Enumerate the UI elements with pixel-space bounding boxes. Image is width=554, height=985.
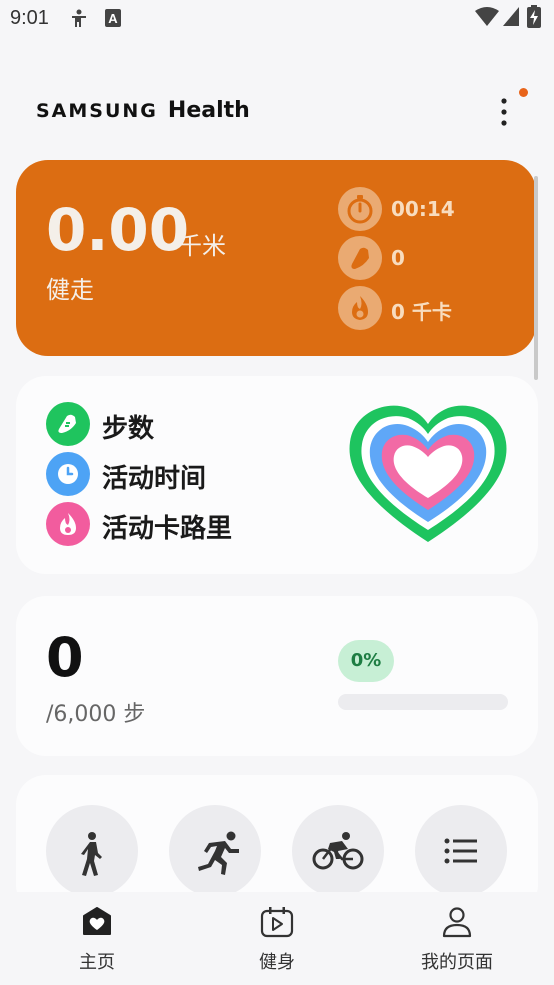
running-icon — [198, 831, 239, 875]
running-button[interactable] — [169, 805, 261, 897]
walking-icon — [81, 832, 102, 876]
exercise-steps: 0 — [391, 246, 405, 270]
walking-button[interactable] — [46, 805, 138, 897]
battery-icon — [526, 5, 542, 33]
stopwatch-icon — [338, 187, 382, 231]
exercise-type: 健走 — [46, 276, 94, 304]
notification-dot — [519, 88, 528, 97]
exercise-calories: 0 千卡 — [391, 300, 452, 324]
steps-percent-badge: 0% — [338, 640, 394, 682]
person-icon — [442, 907, 472, 938]
scrollbar[interactable] — [534, 176, 538, 380]
nav-label-fitness: 健身 — [259, 952, 295, 973]
brand-name: SAMSUNG — [36, 100, 158, 122]
shoe-icon — [338, 236, 382, 280]
activity-label-steps: 步数 — [102, 414, 155, 444]
status-time: 9:01 — [10, 7, 49, 29]
steps-target: /6,000 步 — [46, 702, 146, 727]
exercise-card[interactable]: 0.00 千米 健走 00:14 0 0 千卡 — [16, 160, 536, 356]
nav-item-my-page[interactable]: 我的页面 — [365, 892, 549, 985]
activity-heart-rings — [346, 400, 510, 552]
shoe-icon — [46, 402, 90, 446]
more-options-button[interactable] — [488, 92, 520, 132]
accessibility-icon — [68, 8, 90, 34]
nav-label-home: 主页 — [79, 952, 115, 973]
app-logo: SAMSUNG Health — [36, 98, 250, 123]
app-header: SAMSUNG Health — [0, 80, 554, 140]
exercise-distance-unit: 千米 — [178, 232, 226, 260]
flame-icon — [338, 286, 382, 330]
bottom-navigation: 主页 健身 我的页面 — [0, 892, 554, 985]
steps-card[interactable]: 0 /6,000 步 0% — [16, 596, 538, 756]
exercise-duration: 00:14 — [391, 197, 455, 221]
more-vertical-icon — [501, 98, 507, 126]
nav-label-my-page: 我的页面 — [421, 952, 493, 973]
svg-text:A: A — [108, 11, 118, 26]
exercise-distance: 0.00 — [46, 196, 190, 264]
home-heart-icon — [83, 907, 111, 935]
nav-item-fitness[interactable]: 健身 — [185, 892, 369, 985]
signal-icon — [502, 6, 520, 32]
app-name: Health — [167, 98, 250, 123]
flame-icon — [46, 502, 90, 546]
cycling-button[interactable] — [292, 805, 384, 897]
more-workouts-button[interactable] — [415, 805, 507, 897]
activity-card[interactable]: 步数 活动时间 活动卡路里 — [16, 376, 538, 574]
keyboard-a-icon: A — [104, 8, 122, 32]
steps-count: 0 — [46, 626, 84, 689]
cycling-icon — [312, 832, 364, 870]
list-icon — [444, 838, 477, 864]
calendar-play-icon — [260, 907, 294, 938]
activity-label-calories: 活动卡路里 — [102, 514, 233, 544]
activity-label-time: 活动时间 — [102, 464, 207, 494]
status-bar: 9:01 A — [0, 0, 554, 40]
clock-icon — [46, 452, 90, 496]
wifi-icon — [474, 6, 500, 32]
nav-item-home[interactable]: 主页 — [5, 892, 189, 985]
steps-progress-bar — [338, 694, 508, 710]
